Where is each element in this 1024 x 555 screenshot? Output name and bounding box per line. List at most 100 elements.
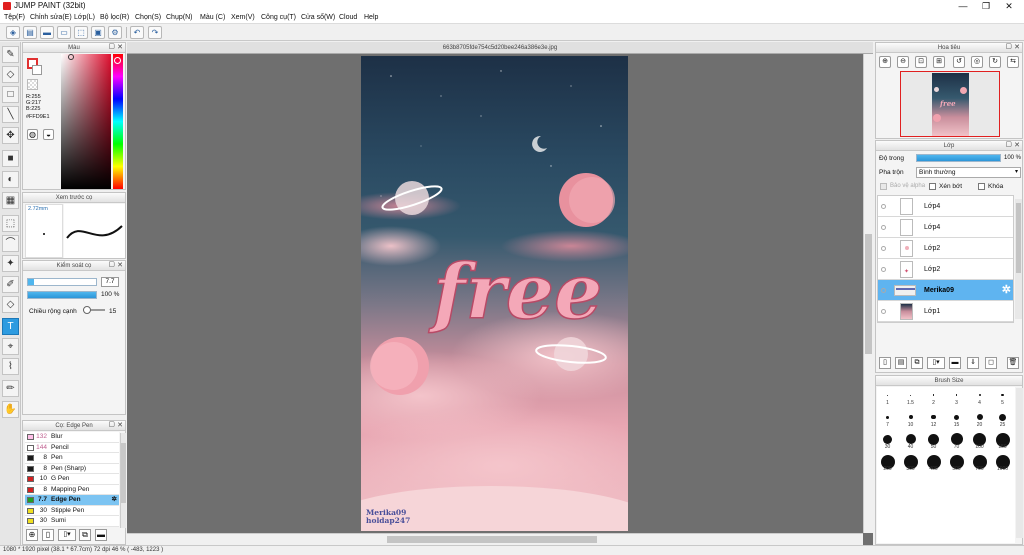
menu-help[interactable]: Help [364, 14, 378, 21]
magic-wand-tool-icon[interactable]: ✦ [2, 255, 19, 272]
brush-size-slider[interactable] [27, 278, 97, 286]
document-tab[interactable]: 663b8705fde754c5d20bee246a386e3e.jpg [127, 42, 873, 54]
color-settings-icon[interactable]: ◒ [43, 129, 54, 140]
menu-filter[interactable]: Bộ lọc(R) [100, 14, 129, 21]
chat-icon[interactable]: ▭ [57, 26, 71, 39]
canvas-vertical-scrollbar[interactable] [863, 54, 873, 533]
menu-select[interactable]: Chọn(S) [135, 14, 161, 21]
lasso-tool-icon[interactable]: ⌒ [2, 235, 19, 252]
menu-cloud[interactable]: Cloud [339, 14, 357, 21]
layer-list-scrollbar[interactable] [1015, 199, 1022, 319]
new-file-icon[interactable]: ◈ [6, 26, 20, 39]
gradient-tool-icon[interactable]: ▦ [2, 192, 19, 209]
brush-item[interactable]: 144 Pencil [25, 442, 119, 453]
menu-edit[interactable]: Chỉnh sửa(E) [30, 14, 72, 21]
brush-size-option[interactable]: 150 [992, 433, 1013, 450]
eye-icon[interactable] [881, 246, 886, 251]
menu-capture[interactable]: Chụp(N) [166, 14, 192, 21]
eyedropper-tool-icon[interactable]: ✏ [2, 380, 19, 397]
brush-add-icon[interactable]: ⊕ [26, 529, 38, 541]
rectangle-tool-icon[interactable]: □ [2, 86, 19, 103]
brush-tool-icon[interactable]: ✎ [2, 46, 19, 63]
close-button[interactable]: ✕ [998, 0, 1020, 12]
minimize-icon[interactable]: ▢ [1005, 140, 1012, 150]
layer-row-selected[interactable]: Merika09 ✲ [878, 280, 1013, 301]
eye-icon[interactable] [881, 225, 886, 230]
brush-size-option[interactable]: 4 [969, 389, 990, 406]
maximize-button[interactable]: ❐ [975, 0, 997, 12]
brush-new-icon[interactable]: ▯ [42, 529, 54, 541]
brush-item[interactable]: 8 Pen [25, 453, 119, 464]
new-raster-layer-icon[interactable]: ▤ [895, 357, 907, 369]
scroll-thumb[interactable] [1016, 203, 1021, 273]
close-icon[interactable]: ✕ [117, 43, 123, 53]
line-tool-icon[interactable]: ╲ [2, 106, 19, 123]
brush-settings-icon[interactable]: ✲ [112, 495, 117, 505]
canvas-horizontal-scrollbar[interactable] [127, 533, 863, 545]
menu-layer[interactable]: Lớp(L) [74, 14, 95, 21]
merge-down-icon[interactable]: ⇓ [967, 357, 979, 369]
brush-size-option[interactable]: 40 [900, 433, 921, 450]
layer-row[interactable]: Lớp1 [878, 301, 1013, 322]
layer-folder-icon[interactable]: ▬ [949, 357, 961, 369]
brush-folder-icon[interactable]: ▬ [95, 529, 107, 541]
scroll-thumb[interactable] [121, 443, 126, 503]
brush-size-option[interactable]: 1000 [992, 455, 1013, 472]
brush-size-option[interactable]: 100 [969, 433, 990, 450]
brush-size-option[interactable]: 1 [877, 389, 898, 406]
brush-size-option[interactable]: 10 [900, 411, 921, 428]
fill-rect-tool-icon[interactable]: ■ [2, 150, 19, 167]
protect-alpha-checkbox[interactable] [880, 183, 887, 190]
close-icon[interactable]: ✕ [117, 421, 123, 431]
brush-item[interactable]: 10 G Pen [25, 474, 119, 485]
brush-size-option[interactable]: 700 [969, 455, 990, 472]
artwork-canvas[interactable]: free Merika09 holdap247 [361, 56, 628, 531]
brush-size-option[interactable]: 300 [900, 455, 921, 472]
comment-icon[interactable]: ▬ [40, 26, 54, 39]
flip-icon[interactable]: ⇆ [1007, 56, 1019, 68]
brush-item-selected[interactable]: 7.7 Edge Pen ✲ [25, 495, 119, 506]
brush-size-option[interactable]: 3 [946, 389, 967, 406]
save-icon[interactable]: ▣ [91, 26, 105, 39]
brush-size-option[interactable]: 400 [923, 455, 944, 472]
menu-color[interactable]: Màu (C) [200, 14, 225, 21]
eye-icon[interactable] [881, 267, 886, 272]
close-icon[interactable]: ✕ [117, 261, 123, 271]
brush-size-option[interactable]: 70 [946, 433, 967, 450]
close-icon[interactable]: ✕ [1014, 43, 1020, 53]
redo-icon[interactable]: ↷ [148, 26, 162, 39]
zoom-in-icon[interactable]: ⊕ [879, 56, 891, 68]
new-layer-icon[interactable]: ▯ [879, 357, 891, 369]
menu-window[interactable]: Cửa sổ(W) [301, 14, 335, 21]
minimize-icon[interactable]: ▢ [108, 42, 115, 52]
saturation-value-picker[interactable] [61, 54, 111, 189]
settings-icon[interactable]: ⚙ [108, 26, 122, 39]
brush-copy-icon[interactable]: ▯▾ [58, 529, 76, 541]
brush-size-option[interactable]: 1.5 [900, 389, 921, 406]
brush-size-option[interactable]: 30 [877, 433, 898, 450]
hue-slider[interactable] [113, 54, 123, 189]
canvas-area[interactable]: 663b8705fde754c5d20bee246a386e3e.jpg fre… [127, 42, 873, 545]
brush-size-option[interactable]: 200 [877, 455, 898, 472]
zoom-out-icon[interactable]: ⊖ [897, 56, 909, 68]
minimize-icon[interactable]: ▢ [1005, 42, 1012, 52]
dropper-tool-icon[interactable]: ⌇ [2, 358, 19, 375]
brush-size-option[interactable]: 5 [992, 389, 1013, 406]
layer-row[interactable]: Lớp4 [878, 196, 1013, 217]
actual-size-icon[interactable]: ⊞ [933, 56, 945, 68]
navigator-viewport[interactable]: free [900, 71, 1000, 137]
brush-item[interactable]: 132 Blur [25, 432, 119, 443]
move-tool-icon[interactable]: ✥ [2, 127, 19, 144]
lock-checkbox[interactable] [978, 183, 985, 190]
brush-list-scrollbar[interactable] [120, 433, 126, 528]
color-picker-cursor[interactable] [68, 54, 74, 60]
rotate-left-icon[interactable]: ↺ [953, 56, 965, 68]
select-rect-tool-icon[interactable]: ⬚ [2, 215, 19, 232]
layer-row[interactable]: Lớp2 [878, 238, 1013, 259]
brush-size-input[interactable]: 7.7 [101, 277, 119, 287]
menu-tools[interactable]: Công cụ(T) [261, 14, 296, 21]
eye-icon[interactable] [881, 309, 886, 314]
brush-size-option[interactable]: 7 [877, 411, 898, 428]
brush-size-option[interactable]: 12 [923, 411, 944, 428]
bucket-tool-icon[interactable]: ◐ [2, 171, 19, 188]
